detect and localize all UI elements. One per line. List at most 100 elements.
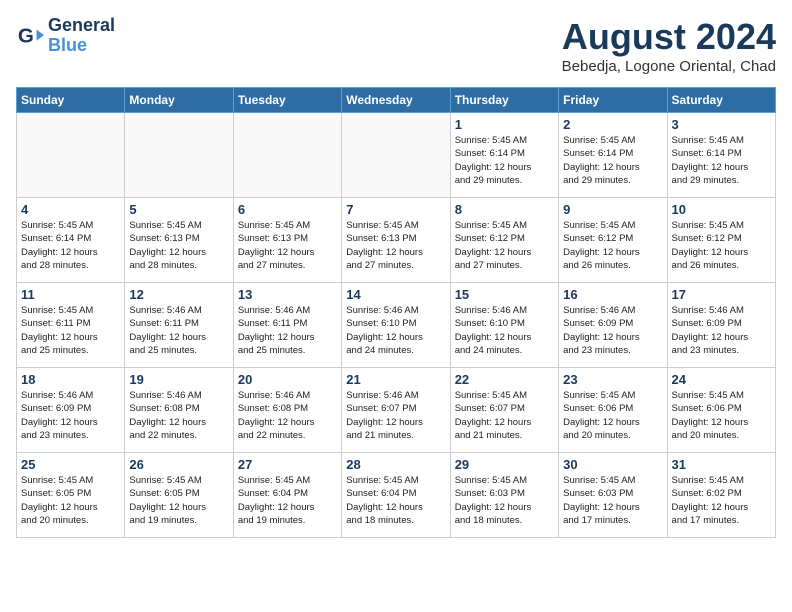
cell-info: Sunrise: 5:45 AMSunset: 6:11 PMDaylight:… xyxy=(21,304,120,357)
cell-info: Sunrise: 5:45 AMSunset: 6:07 PMDaylight:… xyxy=(455,389,554,442)
cal-cell-12: 12 Sunrise: 5:46 AMSunset: 6:11 PMDayligh… xyxy=(125,283,233,368)
day-number: 25 xyxy=(21,457,120,472)
cell-info: Sunrise: 5:46 AMSunset: 6:07 PMDaylight:… xyxy=(346,389,445,442)
cal-cell-28: 28Sunrise: 5:45 AMSunset: 6:04 PMDayligh… xyxy=(342,453,450,538)
day-number: 13 xyxy=(238,287,337,302)
cal-cell-empty-3 xyxy=(342,113,450,198)
cell-info: Sunrise: 5:46 AMSunset: 6:11 PMDaylight:… xyxy=(129,304,228,357)
day-number: 11 xyxy=(21,287,120,302)
cal-cell-22: 22 Sunrise: 5:45 AMSunset: 6:07 PMDayligh… xyxy=(450,368,558,453)
cell-info: Sunrise: 5:45 AMSunset: 6:05 PMDaylight:… xyxy=(129,474,228,527)
day-number: 18 xyxy=(21,372,120,387)
cell-info: Sunrise: 5:45 AMSunset: 6:14 PMDaylight:… xyxy=(21,219,120,272)
day-header-friday: Friday xyxy=(559,88,667,113)
cell-info: Sunrise: 5:45 AMSunset: 6:04 PMDaylight:… xyxy=(238,474,337,527)
title-area: August 2024 Bebedja, Logone Oriental, Ch… xyxy=(562,16,776,75)
cal-cell-26: 26 Sunrise: 5:45 AMSunset: 6:05 PMDayligh… xyxy=(125,453,233,538)
day-number: 14 xyxy=(346,287,445,302)
week-row-4: 18 Sunrise: 5:46 AMSunset: 6:09 PMDayligh… xyxy=(17,368,776,453)
cal-cell-18: 18 Sunrise: 5:46 AMSunset: 6:09 PMDayligh… xyxy=(17,368,125,453)
cal-cell-empty-2 xyxy=(233,113,341,198)
week-row-2: 4 Sunrise: 5:45 AMSunset: 6:14 PMDaylight… xyxy=(17,198,776,283)
cell-info: Sunrise: 5:45 AMSunset: 6:14 PMDaylight:… xyxy=(455,134,554,187)
cal-cell-24: 24Sunrise: 5:45 AMSunset: 6:06 PMDayligh… xyxy=(667,368,775,453)
cell-info: Sunrise: 5:46 AMSunset: 6:08 PMDaylight:… xyxy=(238,389,337,442)
cal-cell-29: 29 Sunrise: 5:45 AMSunset: 6:03 PMDayligh… xyxy=(450,453,558,538)
day-number: 1 xyxy=(455,117,554,132)
cell-info: Sunrise: 5:45 AMSunset: 6:02 PMDaylight:… xyxy=(672,474,771,527)
cal-cell-3: 3Sunrise: 5:45 AMSunset: 6:14 PMDaylight… xyxy=(667,113,775,198)
calendar-table: SundayMondayTuesdayWednesdayThursdayFrid… xyxy=(16,87,776,538)
days-header-row: SundayMondayTuesdayWednesdayThursdayFrid… xyxy=(17,88,776,113)
cal-cell-31: 31 Sunrise: 5:45 AMSunset: 6:02 PMDayligh… xyxy=(667,453,775,538)
day-header-wednesday: Wednesday xyxy=(342,88,450,113)
day-number: 8 xyxy=(455,202,554,217)
cal-cell-10: 10Sunrise: 5:45 AMSunset: 6:12 PMDayligh… xyxy=(667,198,775,283)
day-number: 3 xyxy=(672,117,771,132)
day-number: 2 xyxy=(563,117,662,132)
logo-text: General Blue xyxy=(48,16,115,56)
cal-cell-30: 30 Sunrise: 5:45 AMSunset: 6:03 PMDayligh… xyxy=(559,453,667,538)
cal-cell-4: 4 Sunrise: 5:45 AMSunset: 6:14 PMDaylight… xyxy=(17,198,125,283)
day-number: 4 xyxy=(21,202,120,217)
day-number: 6 xyxy=(238,202,337,217)
day-number: 30 xyxy=(563,457,662,472)
day-number: 12 xyxy=(129,287,228,302)
cal-cell-11: 11 Sunrise: 5:45 AMSunset: 6:11 PMDayligh… xyxy=(17,283,125,368)
week-row-5: 25 Sunrise: 5:45 AMSunset: 6:05 PMDayligh… xyxy=(17,453,776,538)
cell-info: Sunrise: 5:45 AMSunset: 6:05 PMDaylight:… xyxy=(21,474,120,527)
cell-info: Sunrise: 5:46 AMSunset: 6:10 PMDaylight:… xyxy=(455,304,554,357)
day-number: 21 xyxy=(346,372,445,387)
day-header-monday: Monday xyxy=(125,88,233,113)
cal-cell-5: 5Sunrise: 5:45 AMSunset: 6:13 PMDaylight… xyxy=(125,198,233,283)
day-number: 29 xyxy=(455,457,554,472)
cal-cell-14: 14 Sunrise: 5:46 AMSunset: 6:10 PMDayligh… xyxy=(342,283,450,368)
cal-cell-13: 13 Sunrise: 5:46 AMSunset: 6:11 PMDayligh… xyxy=(233,283,341,368)
page-header: G General Blue August 2024 Bebedja, Logo… xyxy=(16,16,776,75)
cell-info: Sunrise: 5:45 AMSunset: 6:12 PMDaylight:… xyxy=(563,219,662,272)
cal-cell-8: 8 Sunrise: 5:45 AMSunset: 6:12 PMDaylight… xyxy=(450,198,558,283)
cal-cell-20: 20 Sunrise: 5:46 AMSunset: 6:08 PMDayligh… xyxy=(233,368,341,453)
cal-cell-1: 1 Sunrise: 5:45 AMSunset: 6:14 PMDaylight… xyxy=(450,113,558,198)
cell-info: Sunrise: 5:46 AMSunset: 6:09 PMDaylight:… xyxy=(563,304,662,357)
cal-cell-25: 25 Sunrise: 5:45 AMSunset: 6:05 PMDayligh… xyxy=(17,453,125,538)
day-number: 17 xyxy=(672,287,771,302)
day-number: 23 xyxy=(563,372,662,387)
week-row-1: 1 Sunrise: 5:45 AMSunset: 6:14 PMDaylight… xyxy=(17,113,776,198)
cal-cell-2: 2Sunrise: 5:45 AMSunset: 6:14 PMDaylight… xyxy=(559,113,667,198)
cal-cell-15: 15 Sunrise: 5:46 AMSunset: 6:10 PMDayligh… xyxy=(450,283,558,368)
day-number: 7 xyxy=(346,202,445,217)
day-number: 22 xyxy=(455,372,554,387)
day-header-thursday: Thursday xyxy=(450,88,558,113)
cal-cell-27: 27Sunrise: 5:45 AMSunset: 6:04 PMDayligh… xyxy=(233,453,341,538)
day-number: 5 xyxy=(129,202,228,217)
day-number: 15 xyxy=(455,287,554,302)
cell-info: Sunrise: 5:46 AMSunset: 6:10 PMDaylight:… xyxy=(346,304,445,357)
svg-text:G: G xyxy=(18,24,34,47)
cal-cell-21: 21 Sunrise: 5:46 AMSunset: 6:07 PMDayligh… xyxy=(342,368,450,453)
cell-info: Sunrise: 5:45 AMSunset: 6:06 PMDaylight:… xyxy=(563,389,662,442)
cal-cell-empty-0 xyxy=(17,113,125,198)
logo: G General Blue xyxy=(16,16,115,56)
cal-cell-23: 23 Sunrise: 5:45 AMSunset: 6:06 PMDayligh… xyxy=(559,368,667,453)
calendar-title: August 2024 xyxy=(562,16,776,58)
logo-icon: G xyxy=(16,22,44,50)
cell-info: Sunrise: 5:46 AMSunset: 6:09 PMDaylight:… xyxy=(21,389,120,442)
day-number: 19 xyxy=(129,372,228,387)
cell-info: Sunrise: 5:45 AMSunset: 6:03 PMDaylight:… xyxy=(455,474,554,527)
day-number: 31 xyxy=(672,457,771,472)
day-number: 24 xyxy=(672,372,771,387)
day-header-tuesday: Tuesday xyxy=(233,88,341,113)
day-number: 20 xyxy=(238,372,337,387)
cell-info: Sunrise: 5:45 AMSunset: 6:12 PMDaylight:… xyxy=(455,219,554,272)
day-number: 28 xyxy=(346,457,445,472)
cal-cell-9: 9Sunrise: 5:45 AMSunset: 6:12 PMDaylight… xyxy=(559,198,667,283)
cell-info: Sunrise: 5:45 AMSunset: 6:03 PMDaylight:… xyxy=(563,474,662,527)
cell-info: Sunrise: 5:45 AMSunset: 6:13 PMDaylight:… xyxy=(238,219,337,272)
cell-info: Sunrise: 5:46 AMSunset: 6:11 PMDaylight:… xyxy=(238,304,337,357)
day-number: 26 xyxy=(129,457,228,472)
cal-cell-19: 19 Sunrise: 5:46 AMSunset: 6:08 PMDayligh… xyxy=(125,368,233,453)
cell-info: Sunrise: 5:45 AMSunset: 6:12 PMDaylight:… xyxy=(672,219,771,272)
cell-info: Sunrise: 5:46 AMSunset: 6:08 PMDaylight:… xyxy=(129,389,228,442)
cal-cell-17: 17Sunrise: 5:46 AMSunset: 6:09 PMDayligh… xyxy=(667,283,775,368)
